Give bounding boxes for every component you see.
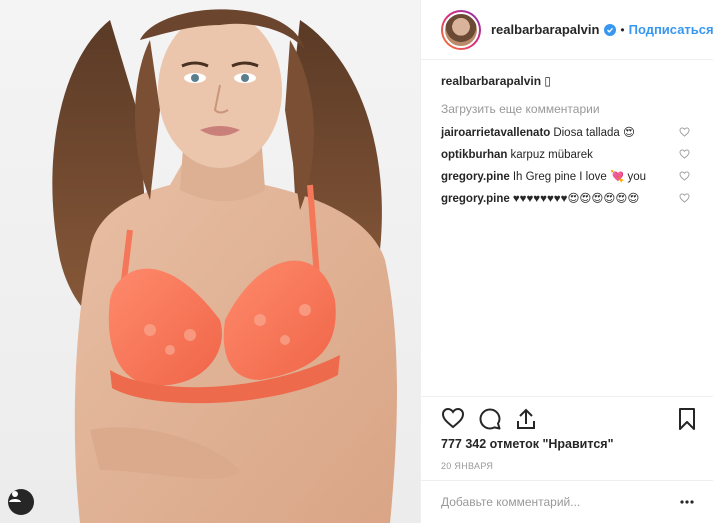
comment-like-heart-icon[interactable] [679,171,690,181]
comment-username[interactable]: jairoarrietavallenato [441,127,550,139]
comment-text: Ih Greg pine I love 💘 you [512,171,647,183]
caption-username[interactable]: realbarbarapalvin [441,74,541,88]
likes-count[interactable]: 777 342 отметок "Нравится" [441,437,614,451]
post-photo[interactable] [0,0,420,523]
separator-dot: • [620,22,625,37]
comment-like-heart-icon[interactable] [679,127,690,137]
comment-username[interactable]: gregory.pine [441,193,510,205]
bookmark-icon[interactable] [678,407,696,431]
post-photo-illustration [52,9,397,523]
comment-item: optikburhan karpuz mübarek [441,147,694,163]
comment-like-heart-icon[interactable] [679,149,690,159]
heart-icon[interactable] [441,407,465,429]
comment-item: jairoarrietavallenato Diosa tallada 😍 [441,125,694,141]
share-icon[interactable] [515,407,537,431]
follow-button[interactable]: Подписаться [629,22,713,37]
comment-item: gregory.pine ♥♥♥♥♥♥♥♥😍😍😍😍😍😍 [441,191,694,207]
avatar-image [443,11,479,48]
comment-icon[interactable] [478,407,502,431]
comments-section: realbarbarapalvin ▯ Загрузить еще коммен… [421,72,713,213]
comment-text: Diosa tallada 😍 [553,127,635,139]
comment-text: karpuz mübarek [510,149,593,161]
post-date: 20 ЯНВАРЯ [441,461,494,471]
comment-text: ♥♥♥♥♥♥♥♥😍😍😍😍😍😍 [512,193,640,205]
comment-like-heart-icon[interactable] [679,193,690,203]
comment-username[interactable]: gregory.pine [441,171,510,183]
caption-text: ▯ [544,74,552,88]
verified-badge-icon [604,23,617,36]
comment-username[interactable]: optikburhan [441,149,507,161]
more-options-icon[interactable] [680,500,694,504]
post-username[interactable]: realbarbarapalvin [491,22,599,37]
avatar[interactable] [441,9,481,50]
load-more-comments-button[interactable]: Загрузить еще комментарии [441,102,694,116]
post-side-panel: realbarbarapalvin • Подписаться realbarb… [420,0,713,523]
add-comment-bar [421,480,713,523]
action-bar [421,396,713,440]
post-header: realbarbarapalvin • Подписаться [421,0,713,60]
caption: realbarbarapalvin ▯ [441,72,694,90]
comment-input[interactable] [441,495,680,509]
tag-people-icon[interactable] [8,489,34,515]
comment-item: gregory.pine Ih Greg pine I love 💘 you [441,169,694,185]
